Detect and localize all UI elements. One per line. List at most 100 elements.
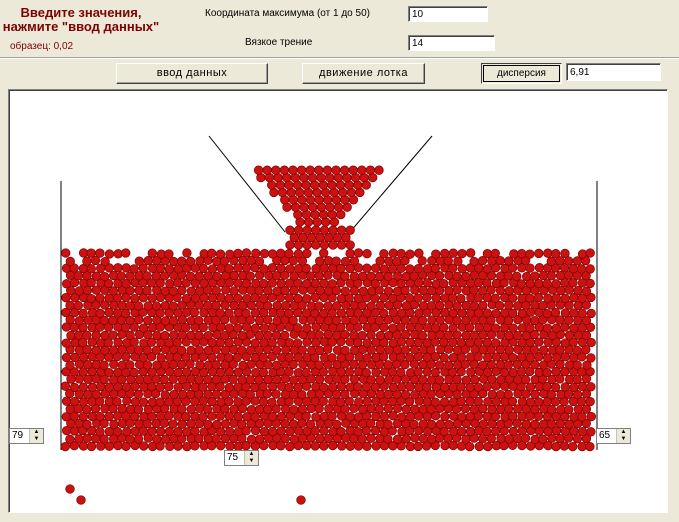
ball — [430, 397, 440, 407]
ball — [60, 381, 71, 391]
ball — [203, 360, 214, 370]
ball — [572, 345, 582, 355]
ball — [490, 248, 500, 259]
ball — [65, 256, 75, 267]
ball — [86, 248, 96, 258]
ball — [517, 293, 527, 303]
ball — [122, 426, 132, 437]
ball — [324, 374, 334, 384]
ball — [362, 338, 372, 348]
triangle-up-icon[interactable]: ▲ — [30, 429, 43, 436]
ball — [435, 419, 446, 429]
ball — [457, 264, 467, 274]
bottom-spinner[interactable]: 75 ▲ ▼ — [224, 450, 259, 466]
ball — [73, 300, 83, 311]
ball — [538, 434, 548, 444]
ball — [478, 300, 488, 311]
ball — [152, 330, 162, 341]
ball — [581, 330, 592, 341]
ball — [461, 434, 471, 444]
ball — [194, 315, 204, 326]
ball — [430, 263, 441, 274]
ball — [215, 308, 225, 318]
ball — [520, 375, 531, 385]
triangle-up-icon[interactable]: ▲ — [617, 429, 630, 436]
ball — [362, 263, 372, 273]
triangle-down-icon[interactable]: ▼ — [30, 436, 43, 443]
ball — [448, 382, 458, 392]
ball — [469, 404, 479, 414]
ball — [151, 301, 162, 311]
ball — [100, 256, 110, 267]
ball — [508, 323, 518, 333]
ball — [104, 411, 114, 422]
ball — [349, 256, 360, 266]
ball — [259, 426, 270, 437]
triangle-down-icon[interactable]: ▼ — [617, 436, 630, 443]
ball — [259, 294, 269, 304]
triangle-down-icon[interactable]: ▼ — [245, 458, 258, 465]
ball — [160, 390, 170, 400]
ball — [439, 397, 450, 407]
ball — [245, 375, 256, 385]
ball — [487, 389, 497, 400]
ball — [164, 249, 174, 259]
ball — [169, 330, 179, 340]
ball — [211, 360, 221, 370]
ball — [224, 382, 234, 393]
ball — [538, 345, 549, 355]
right-wall-spinner[interactable]: 65 ▲ ▼ — [596, 428, 631, 444]
ball — [400, 329, 411, 340]
ball — [581, 404, 592, 414]
ball — [169, 256, 179, 267]
ball — [491, 338, 501, 348]
ball — [379, 308, 389, 318]
ball — [160, 316, 171, 326]
left-wall-spinner[interactable]: 79 ▲ ▼ — [9, 428, 44, 444]
ball — [173, 382, 183, 392]
ball — [194, 330, 204, 341]
ball — [388, 248, 398, 258]
bottom-value: 75 — [227, 452, 239, 463]
ball — [585, 248, 595, 258]
ball — [121, 382, 132, 392]
ball — [371, 367, 381, 377]
triangle-up-icon[interactable]: ▲ — [245, 451, 258, 458]
ball — [147, 248, 157, 258]
ball — [461, 375, 471, 385]
ball — [585, 441, 595, 452]
ball — [477, 286, 488, 296]
ball — [82, 330, 92, 340]
ball — [276, 248, 286, 258]
ball — [61, 412, 71, 422]
ball — [177, 256, 187, 266]
ball — [259, 278, 269, 289]
ball — [182, 441, 192, 452]
ball — [508, 353, 518, 363]
ball — [396, 248, 406, 259]
ball — [586, 427, 596, 437]
ball — [99, 271, 110, 282]
ball — [302, 248, 312, 259]
ball — [279, 165, 290, 175]
ball — [560, 293, 570, 304]
ball — [503, 389, 513, 400]
ball — [388, 338, 398, 348]
ball — [147, 263, 158, 273]
ball — [108, 270, 119, 281]
ball — [504, 331, 514, 341]
ball — [302, 323, 312, 333]
ball — [573, 285, 583, 296]
ball — [340, 256, 351, 267]
ball — [555, 270, 566, 281]
ball — [95, 427, 105, 437]
ball — [546, 271, 557, 281]
ball — [289, 405, 299, 415]
ball — [547, 405, 557, 415]
ball — [466, 248, 476, 258]
ball — [345, 248, 355, 259]
ball — [534, 397, 544, 407]
ball — [581, 286, 592, 296]
ball — [512, 271, 522, 281]
ball — [302, 225, 312, 235]
